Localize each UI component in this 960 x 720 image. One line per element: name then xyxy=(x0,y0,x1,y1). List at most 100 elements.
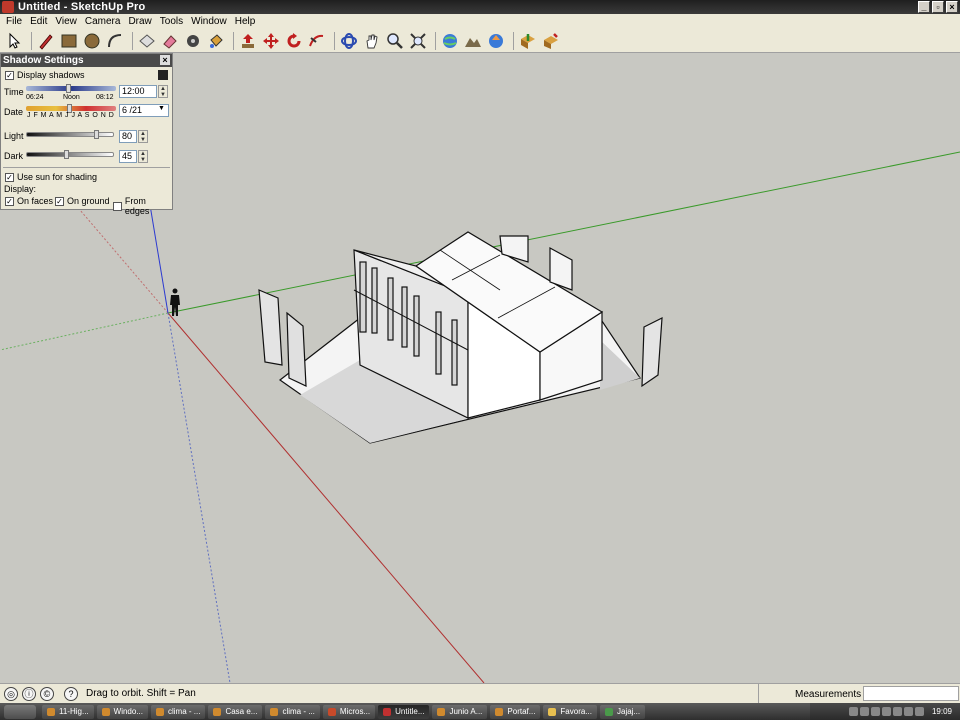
folder-icon xyxy=(548,707,557,716)
menu-camera[interactable]: Camera xyxy=(81,16,125,27)
volume-icon[interactable] xyxy=(914,707,924,716)
panel-expand-icon[interactable] xyxy=(158,70,168,80)
eraser-icon[interactable] xyxy=(160,31,180,51)
copyright-icon[interactable]: © xyxy=(40,686,54,701)
date-dropdown-icon[interactable]: ▼ xyxy=(158,105,165,112)
taskbar-button[interactable]: Micros... xyxy=(322,704,376,719)
toolbar-divider xyxy=(233,31,234,50)
title-bar: Untitled - SketchUp Pro _ ▫ × xyxy=(0,0,960,14)
taskbar-button[interactable]: 11-Hig... xyxy=(42,704,94,719)
move-icon[interactable] xyxy=(261,31,281,51)
light-slider-thumb[interactable] xyxy=(94,130,99,139)
pencil-tool-icon[interactable] xyxy=(36,31,56,51)
share-model-icon[interactable] xyxy=(541,31,561,51)
from-edges-label: From edges xyxy=(124,196,150,216)
tray-icon[interactable] xyxy=(859,707,869,716)
dark-label: Dark xyxy=(4,151,24,161)
menu-window[interactable]: Window xyxy=(187,16,231,27)
light-slider[interactable] xyxy=(26,132,114,137)
taskbar-button[interactable]: Jajaj... xyxy=(600,704,646,719)
tray-icon[interactable] xyxy=(881,707,891,716)
tray-icon[interactable] xyxy=(848,707,858,716)
taskbar-button[interactable]: Portaf... xyxy=(490,704,541,719)
time-spinner[interactable]: ▲ ▼ xyxy=(158,85,168,98)
light-label: Light xyxy=(4,131,24,141)
status-bar: ◎ ⓘ © ? Drag to orbit. Shift = Pan Measu… xyxy=(0,683,960,704)
dark-slider-thumb[interactable] xyxy=(64,150,69,159)
geo-location-icon[interactable]: ◎ xyxy=(4,686,18,701)
measurements-input[interactable] xyxy=(863,686,959,701)
taskbar-button[interactable]: clima - ... xyxy=(150,704,206,719)
tray-clock: 19:09 xyxy=(931,707,952,716)
taskbar-button[interactable]: Junio A... xyxy=(432,704,488,719)
taskbar-button[interactable]: Casa e... xyxy=(208,704,263,719)
tray-icon[interactable] xyxy=(903,707,913,716)
menu-draw[interactable]: Draw xyxy=(124,16,155,27)
taskbar-button[interactable]: Favora... xyxy=(543,704,597,719)
from-edges-checkbox[interactable] xyxy=(113,201,122,211)
push-pull-icon[interactable] xyxy=(238,31,258,51)
date-month-ticks: J F M A M J J A S O N D xyxy=(27,112,115,119)
pan-hand-icon[interactable] xyxy=(362,31,382,51)
paint-bucket-icon[interactable] xyxy=(206,31,226,51)
on-faces-row: ✓ On faces xyxy=(5,196,53,206)
firefox-icon xyxy=(155,707,164,716)
dark-field[interactable]: 45 xyxy=(119,150,137,163)
window-icon xyxy=(101,707,110,716)
credits-icon[interactable]: ⓘ xyxy=(22,686,36,701)
dark-slider[interactable] xyxy=(26,152,114,157)
menu-view[interactable]: View xyxy=(51,16,81,27)
zoom-icon[interactable] xyxy=(385,31,405,51)
shadow-panel-title: Shadow Settings xyxy=(3,55,84,66)
arc-tool-icon[interactable] xyxy=(105,31,125,51)
minimize-button[interactable]: _ xyxy=(918,1,930,13)
shadow-panel-header: Shadow Settings × xyxy=(1,54,172,67)
tray-icon[interactable] xyxy=(892,707,902,716)
help-question-icon[interactable]: ? xyxy=(64,686,78,701)
circle-tool-icon[interactable] xyxy=(82,31,102,51)
start-button[interactable] xyxy=(4,704,36,719)
from-edges-row: From edges xyxy=(113,196,172,216)
rectangle-tool-icon[interactable] xyxy=(59,31,79,51)
tape-measure-icon[interactable] xyxy=(183,31,203,51)
sketchup-icon xyxy=(383,707,392,716)
menu-help[interactable]: Help xyxy=(231,16,260,27)
close-button[interactable]: × xyxy=(946,1,958,13)
taskbar-button-active[interactable]: Untitle... xyxy=(378,704,430,719)
menu-file[interactable]: File xyxy=(2,16,26,27)
on-faces-checkbox[interactable]: ✓ xyxy=(5,196,14,206)
dark-spinner[interactable]: ▲ ▼ xyxy=(138,150,148,163)
time-slider[interactable] xyxy=(26,86,116,91)
tray-icon[interactable] xyxy=(870,707,880,716)
get-current-view-icon[interactable] xyxy=(440,31,460,51)
toggle-terrain-icon[interactable] xyxy=(463,31,483,51)
menu-edit[interactable]: Edit xyxy=(26,16,51,27)
light-field[interactable]: 80 xyxy=(119,130,137,143)
display-shadows-row: ✓ Display shadows xyxy=(5,70,85,80)
use-sun-checkbox[interactable]: ✓ xyxy=(5,172,14,182)
rotate-icon[interactable] xyxy=(284,31,304,51)
panel-divider xyxy=(3,167,170,168)
time-tick-sunrise: 06:24 xyxy=(26,94,44,101)
follow-me-icon[interactable] xyxy=(307,31,327,51)
display-shadows-checkbox[interactable]: ✓ xyxy=(5,70,14,80)
select-tool-icon[interactable] xyxy=(4,31,24,51)
zoom-extents-icon[interactable] xyxy=(408,31,428,51)
taskbar-button[interactable]: Windo... xyxy=(96,704,148,719)
taskbar-button[interactable]: clima - ... xyxy=(265,704,320,719)
on-ground-row: ✓ On ground xyxy=(55,196,110,206)
time-slider-thumb[interactable] xyxy=(66,84,71,93)
on-ground-checkbox[interactable]: ✓ xyxy=(55,196,64,206)
orbit-icon[interactable] xyxy=(339,31,359,51)
menu-tools[interactable]: Tools xyxy=(156,16,187,27)
time-field[interactable]: 12:00 xyxy=(119,85,157,98)
menu-bar: File Edit View Camera Draw Tools Window … xyxy=(0,14,960,29)
light-spinner[interactable]: ▲ ▼ xyxy=(138,130,148,143)
time-tick-noon: Noon xyxy=(63,94,80,101)
get-models-icon[interactable] xyxy=(518,31,538,51)
maximize-button[interactable]: ▫ xyxy=(932,1,944,13)
make-component-icon[interactable] xyxy=(137,31,157,51)
place-model-icon[interactable] xyxy=(486,31,506,51)
use-sun-label: Use sun for shading xyxy=(17,172,98,182)
panel-close-button[interactable]: × xyxy=(160,55,170,65)
